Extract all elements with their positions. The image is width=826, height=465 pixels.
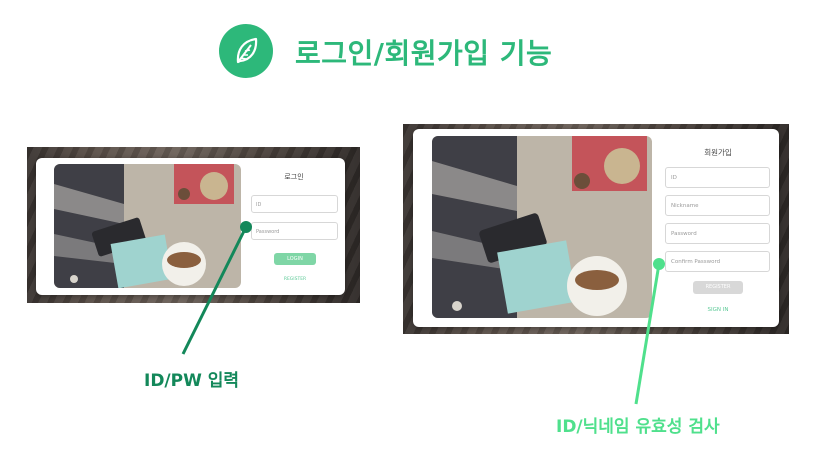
id-input[interactable]: ID [251,195,338,213]
id-input[interactable]: ID [665,167,770,188]
page-title: 로그인/회원가입 기능 [295,37,553,70]
login-card: 로그인 ID Password LOGIN REGISTER [36,158,345,295]
confirm-password-input[interactable]: Confirm Password [665,251,770,272]
login-screenshot: 로그인 ID Password LOGIN REGISTER [27,147,360,303]
password-input[interactable]: Password [665,223,770,244]
register-link[interactable]: REGISTER [271,277,319,282]
signup-card: 회원가입 ID Nickname Password Confirm Passwo… [413,129,779,327]
signup-annotation: ID/닉네임 유효성 검사 [556,417,720,437]
login-form-title: 로그인 [284,173,304,181]
password-input[interactable]: Password [251,222,338,240]
login-button[interactable]: LOGIN [274,253,316,265]
leaf-icon [236,37,258,64]
coffee-photo [54,164,241,288]
register-button[interactable]: REGISTER [693,281,743,294]
coffee-photo [432,136,652,318]
signup-screenshot: 회원가입 ID Nickname Password Confirm Passwo… [403,124,789,334]
signup-form-title: 회원가입 [704,148,732,157]
leaf-logo [219,24,273,78]
signin-link[interactable]: SIGN IN [693,307,743,313]
login-pointer-dot [240,221,252,233]
nickname-input[interactable]: Nickname [665,195,770,216]
signup-pointer-dot [653,258,665,270]
login-annotation: ID/PW 입력 [144,371,240,391]
